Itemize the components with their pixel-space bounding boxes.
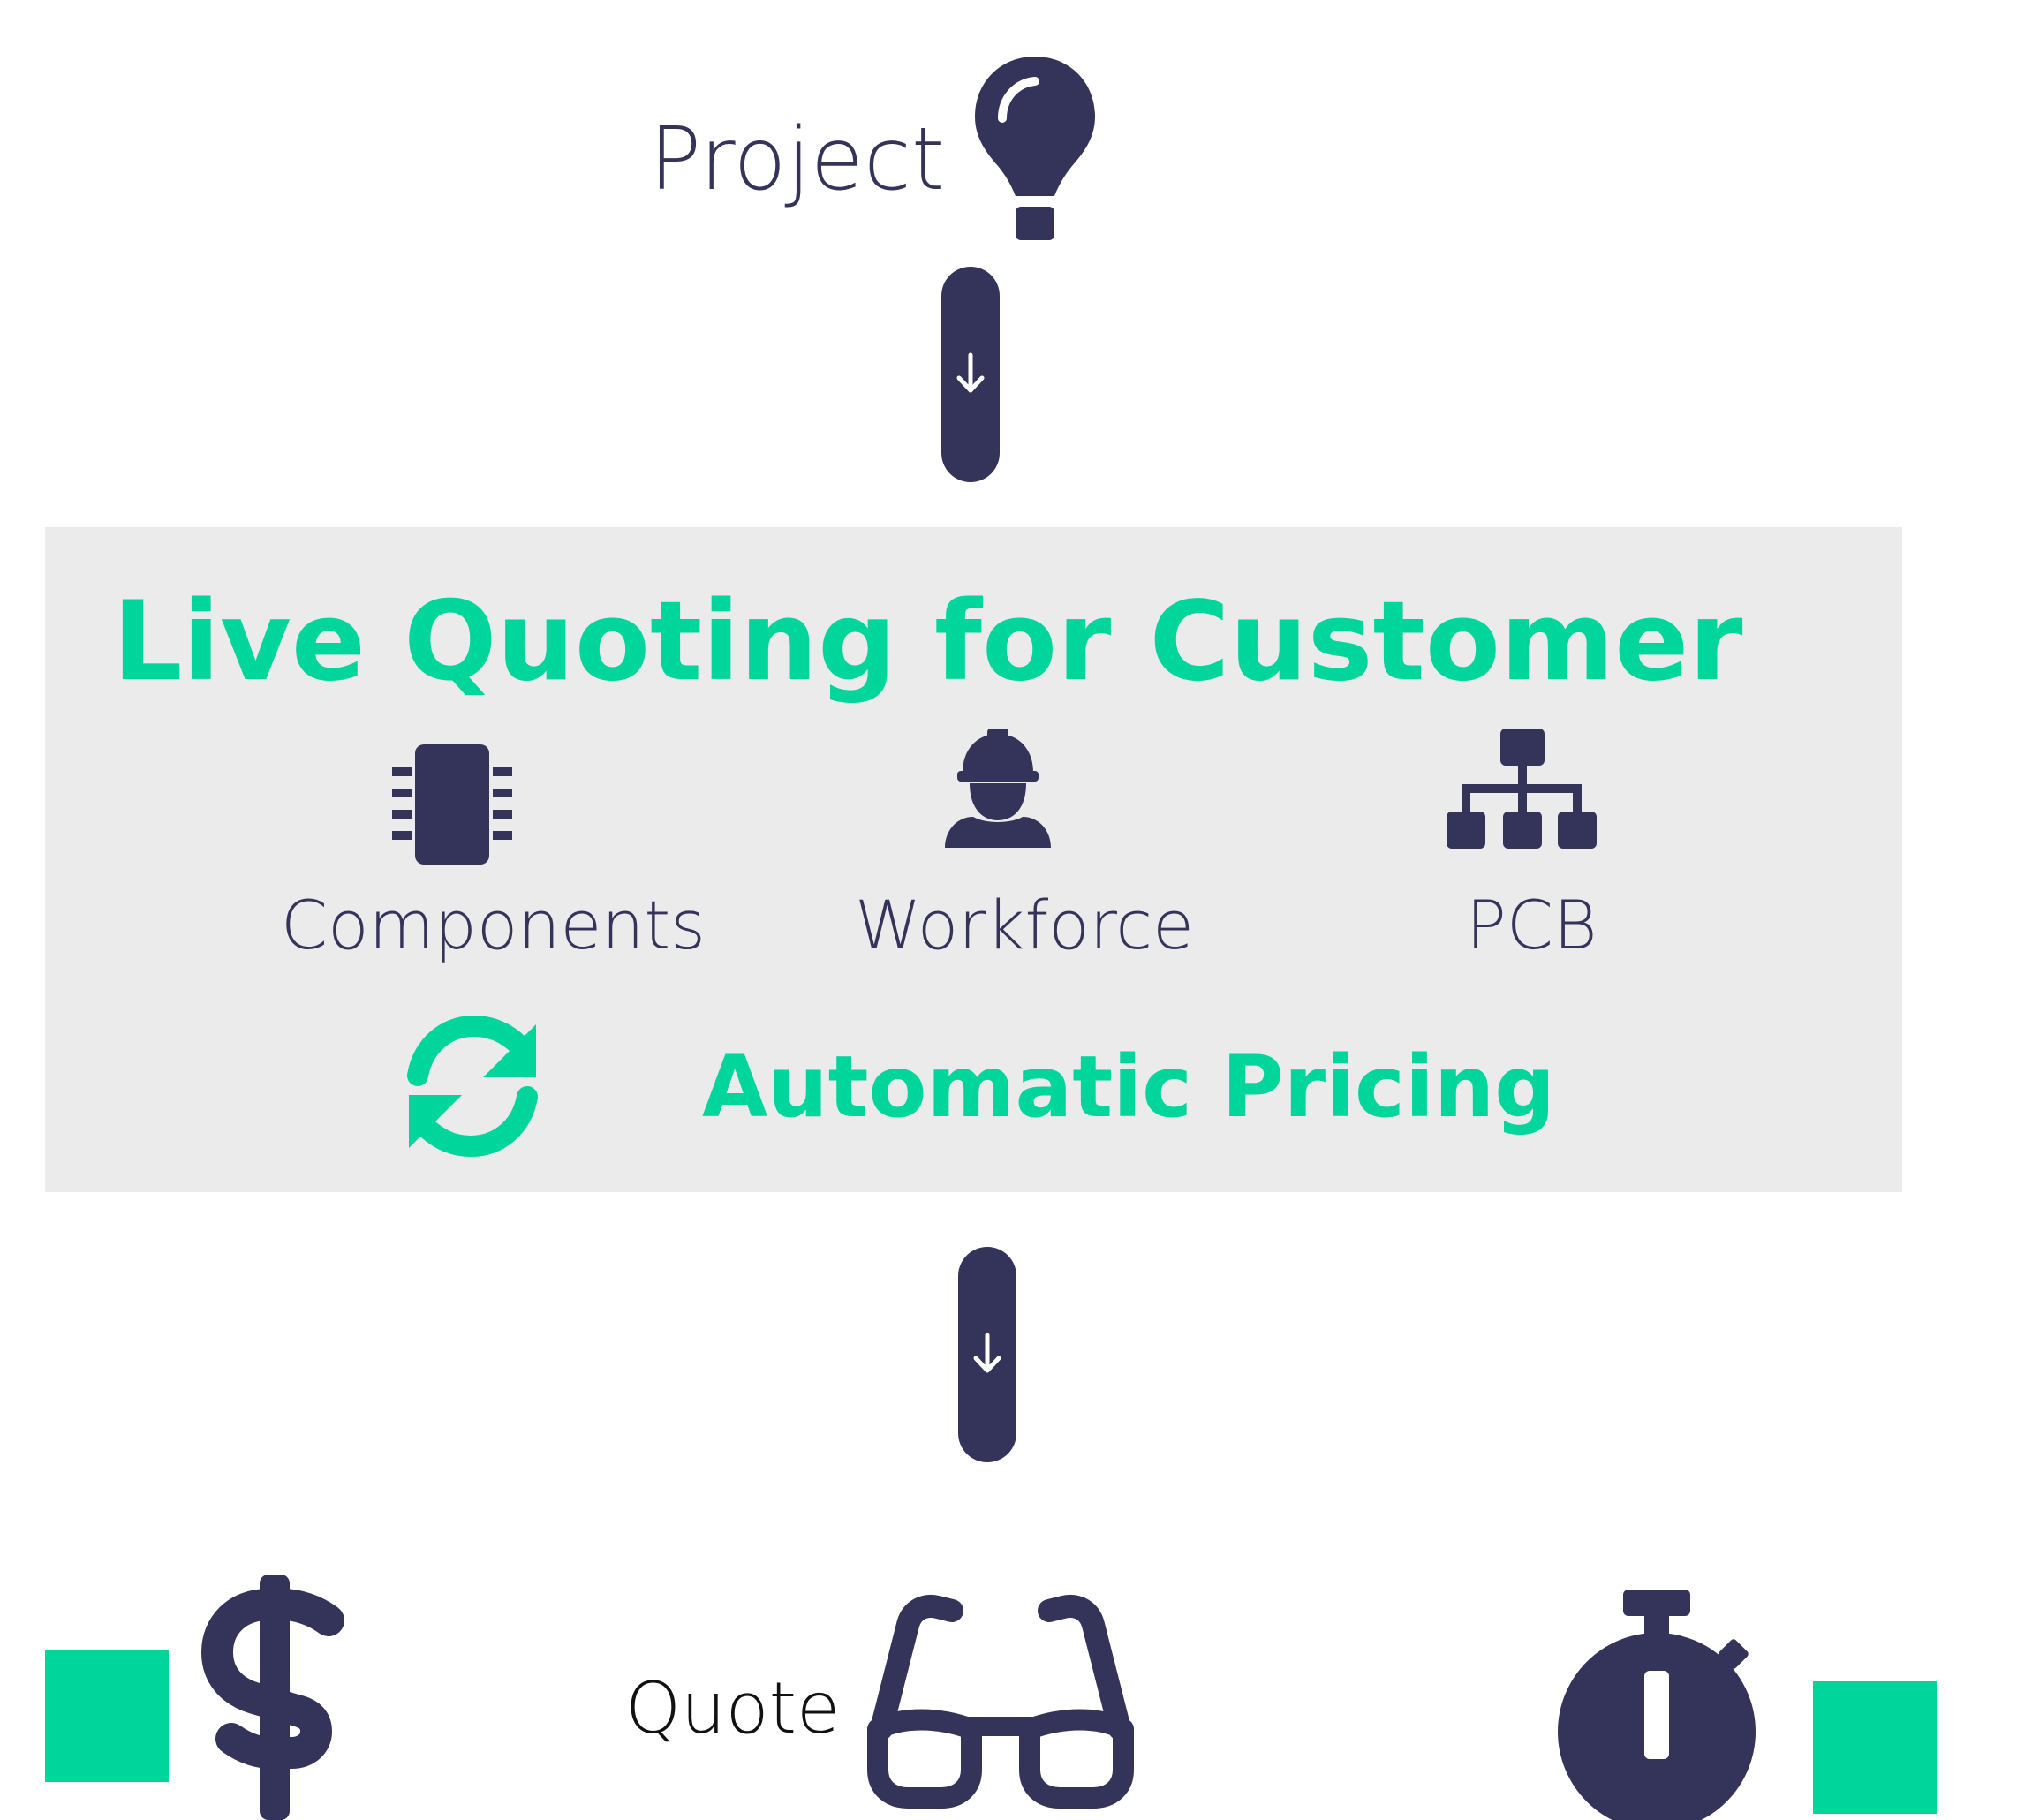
pcb-label: PCB bbox=[1466, 886, 1598, 964]
green-marker-right bbox=[1813, 1681, 1937, 1814]
worker-icon bbox=[943, 729, 1053, 848]
stopwatch-icon bbox=[1558, 1590, 1756, 1820]
glasses-icon bbox=[867, 1595, 1134, 1809]
chip-icon bbox=[390, 744, 514, 865]
diagram-canvas: Project Live Quoting for Customer Compon… bbox=[0, 0, 2032, 1820]
lightbulb-icon bbox=[971, 55, 1099, 240]
sync-icon bbox=[402, 1015, 543, 1158]
flow-arrow-connector-top bbox=[941, 267, 1000, 482]
sitemap-icon bbox=[1447, 729, 1597, 849]
panel-title: Live Quoting for Customer bbox=[112, 578, 1743, 706]
automatic-pricing-label: Automatic Pricing bbox=[702, 1038, 1555, 1137]
dollar-icon bbox=[200, 1575, 346, 1820]
green-marker-left bbox=[45, 1650, 169, 1782]
project-label: Project bbox=[649, 110, 946, 210]
flow-arrow-connector-bottom bbox=[958, 1247, 1016, 1462]
workforce-label: Workforce bbox=[855, 886, 1194, 964]
quote-label: Quote bbox=[625, 1667, 841, 1749]
components-label: Components bbox=[281, 886, 706, 964]
